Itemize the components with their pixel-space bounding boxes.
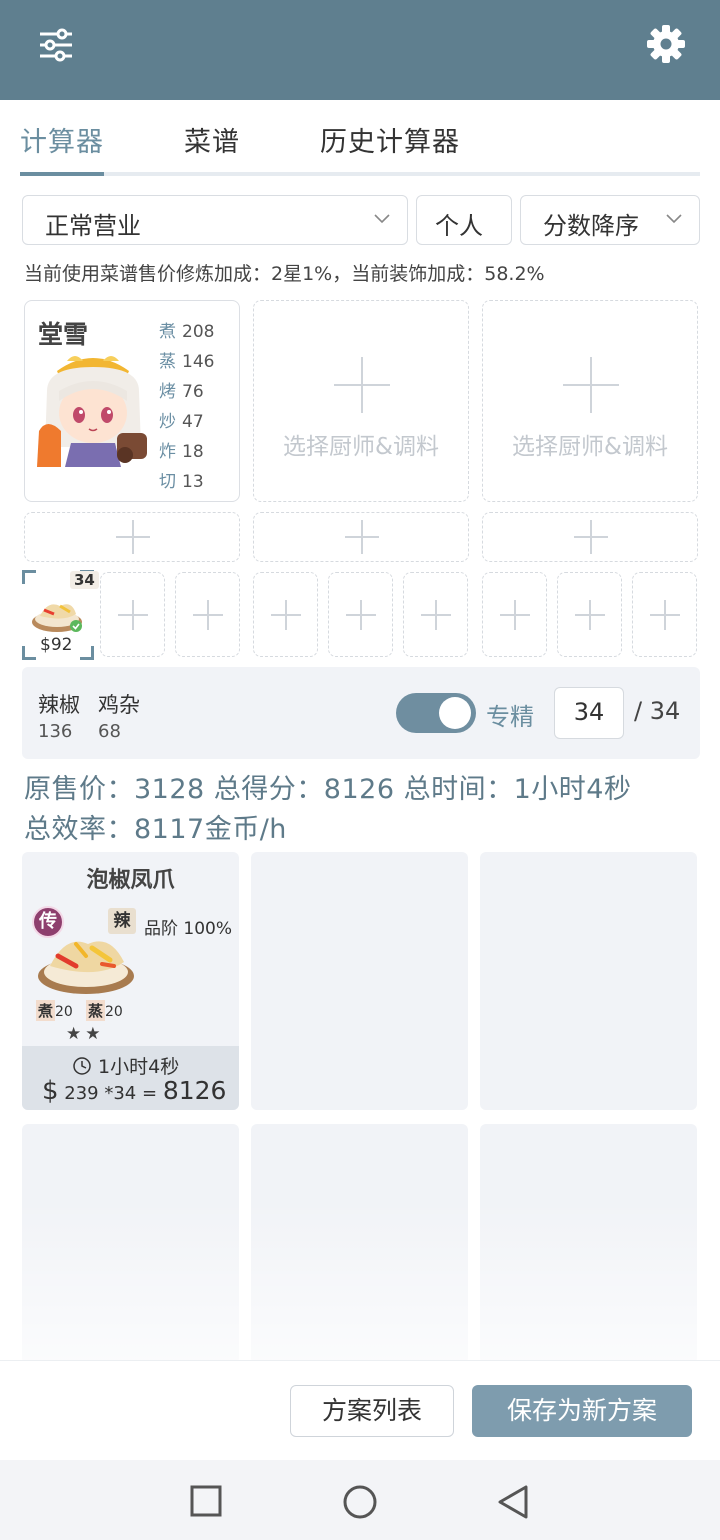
plus-icon [193,600,223,630]
dish-slot[interactable] [482,572,547,657]
quantity-input[interactable]: 34 [554,687,624,739]
system-nav-bar [0,1460,720,1540]
plus-icon [118,600,148,630]
chevron-down-icon [374,214,390,224]
mode-select[interactable]: 正常营业 [22,195,408,245]
dish-slot[interactable] [253,572,318,657]
dish-slot[interactable] [328,572,393,657]
plus-icon [500,600,530,630]
empty-chef-slot-label: 选择厨师&调料 [512,434,668,460]
tab-calculator[interactable]: 计算器 [20,120,104,159]
tab-history-calculator[interactable]: 历史计算器 [320,120,460,159]
dish-slot[interactable] [632,572,697,657]
selection-corner [80,646,94,660]
equipment-slot[interactable] [482,512,698,562]
bonus-info-text: 当前使用菜谱售价修炼加成：2星1%，当前装饰加成：58.2% [24,263,545,285]
dish-price: $92 [40,635,73,655]
dish-slot[interactable] [175,572,240,657]
clock-icon [73,1057,91,1075]
quantity-max: / 34 [634,697,681,725]
dollar-icon: $ [42,1076,59,1106]
toggle-knob [439,697,471,729]
equipment-slot[interactable] [24,512,240,562]
tab-recipes[interactable]: 菜谱 [184,120,240,159]
filter-menu-icon[interactable] [36,26,76,66]
plan-list-button[interactable]: 方案列表 [290,1385,454,1437]
selection-corner [22,570,36,584]
recipe-calc-text: 239 *34 = [64,1083,158,1104]
specialize-toggle[interactable] [396,693,476,733]
chef-avatar [37,351,149,467]
ingredient-name: 辣椒 [38,693,80,717]
sort-select-value: 分数降序 [543,212,639,240]
action-bar: 方案列表 保存为新方案 [0,1360,720,1460]
recipe-name: 泡椒凤爪 [86,868,175,893]
plus-icon [116,520,150,554]
ingredient-name: 鸡杂 [98,693,140,717]
back-icon[interactable] [496,1484,530,1520]
plus-icon [574,520,608,554]
recipe-image [38,941,134,994]
chef-name: 堂雪 [38,320,89,349]
plus-icon [346,600,376,630]
recipe-footer: 1小时4秒 $ 239 *34 = 8126 [22,1046,239,1110]
tab-divider [20,172,700,176]
ingredient-value: 136 [38,721,73,742]
plus-icon [345,520,379,554]
recent-apps-icon[interactable] [190,1485,222,1517]
tab-bar: 计算器 菜谱 历史计算器 [20,100,700,176]
ingredient-value: 68 [98,721,121,742]
tab-active-indicator [20,172,104,176]
equipment-slot[interactable] [253,512,469,562]
specialize-label: 专精 [486,703,534,731]
settings-gear-icon[interactable] [644,22,688,66]
plus-icon [650,600,680,630]
summary-line-1: 原售价：3128 总得分：8126 总时间：1小时4秒 [24,774,632,805]
scope-select-value: 个人 [435,212,483,240]
recipe-quality: 品阶 100% [144,919,233,939]
chef-skill: 烤 76 [159,382,204,402]
plus-icon [271,600,301,630]
empty-chef-slot-label: 选择厨师&调料 [283,434,439,460]
save-new-plan-button[interactable]: 保存为新方案 [472,1385,692,1437]
recipe-skill: 蒸 20 [86,1000,123,1021]
scroll-fade [0,1200,720,1360]
chef-skill: 炸 18 [159,442,204,462]
dish-slot[interactable] [403,572,468,657]
recipe-result-card[interactable]: 泡椒凤爪 传 辣 品阶 100% 煮 20 蒸 20 ★★ 1小时4秒 $ 239 … [22,852,239,1110]
chef-skill: 切 13 [159,472,204,492]
plus-icon [334,357,390,413]
chef-skill: 煮 208 [159,322,215,342]
plus-icon [421,600,451,630]
empty-chef-slot[interactable]: 选择厨师&调料 [482,300,698,502]
recipe-score-calc: $ 239 *34 = 8126 [42,1076,226,1106]
app-header [0,0,720,100]
recipe-skill: 煮 20 [36,1000,73,1021]
plus-icon [563,357,619,413]
empty-recipe-card[interactable] [480,852,697,1110]
home-icon[interactable] [342,1484,378,1520]
selected-dish-slot[interactable]: 34 $92 [22,570,99,660]
empty-recipe-card[interactable] [251,852,468,1110]
chevron-down-icon [666,214,682,224]
chef-skill: 蒸 146 [159,352,215,372]
dish-slot[interactable] [100,572,165,657]
recipe-time: 1小时4秒 [72,1052,179,1079]
dish-count-badge: 34 [70,571,99,589]
chef-card[interactable]: 堂雪 煮 208 蒸 146 烤 76 炒 47 炸 18 切 13 [24,300,240,502]
summary-line-2: 总效率：8117金币/h [24,814,287,845]
scope-select[interactable]: 个人 [416,195,512,245]
recipe-stars: ★★ [66,1024,105,1044]
mode-select-value: 正常营业 [45,212,141,240]
dish-image [32,604,82,632]
recipe-score: 8126 [162,1076,227,1105]
plus-icon [575,600,605,630]
sort-select[interactable]: 分数降序 [520,195,700,245]
empty-chef-slot[interactable]: 选择厨师&调料 [253,300,469,502]
selection-corner [22,646,36,660]
dish-slot[interactable] [557,572,622,657]
recipe-time-text: 1小时4秒 [98,1056,180,1078]
ingredient-panel: 辣椒 136 鸡杂 68 专精 34 / 34 [22,667,700,759]
chef-skill: 炒 47 [159,412,204,432]
